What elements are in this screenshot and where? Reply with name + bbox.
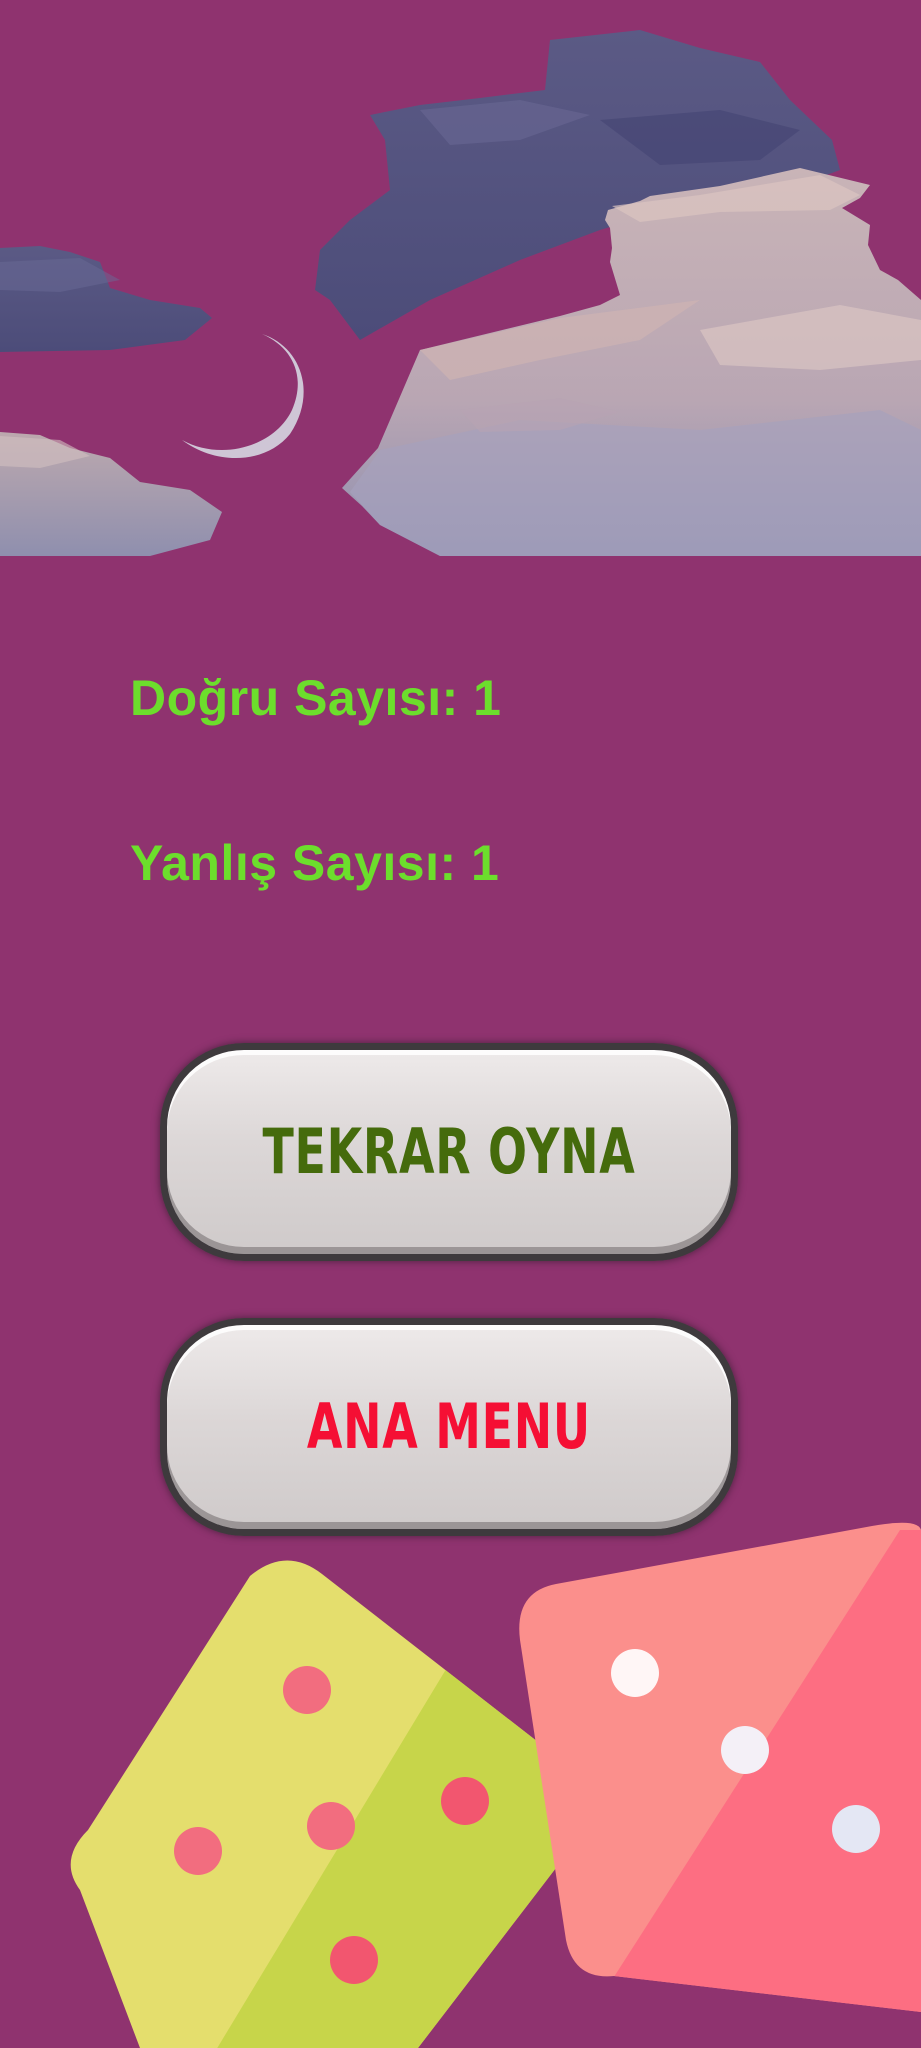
dice-decoration <box>0 1500 921 2048</box>
die-pip <box>832 1805 880 1853</box>
die-pip <box>283 1666 331 1714</box>
main-menu-button-label: ANA MENU <box>307 1390 591 1463</box>
clouds-moon-illustration <box>0 30 921 556</box>
die-pip <box>721 1726 769 1774</box>
dice-illustration <box>70 1522 921 2048</box>
die-pip <box>611 1649 659 1697</box>
correct-count-label: Doğru Sayısı: 1 <box>130 670 502 726</box>
pink-die <box>519 1522 921 2012</box>
die-pip <box>441 1777 489 1825</box>
crescent-moon <box>182 334 304 459</box>
play-again-button-label: TEKRAR OYNA <box>262 1115 636 1188</box>
sky-banner <box>0 0 921 556</box>
die-pip <box>307 1802 355 1850</box>
wrong-count-label: Yanlış Sayısı: 1 <box>130 835 500 891</box>
play-again-button[interactable]: TEKRAR OYNA <box>160 1043 738 1261</box>
die-pip <box>174 1827 222 1875</box>
die-pip <box>330 1936 378 1984</box>
